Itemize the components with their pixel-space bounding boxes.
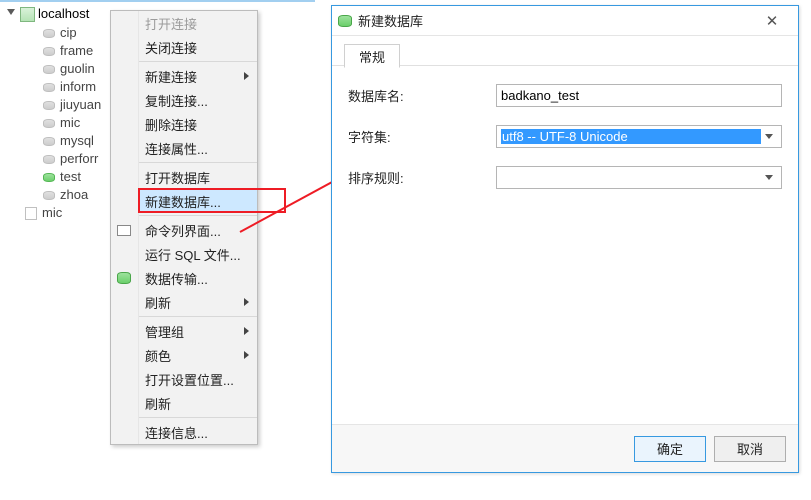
menu-label: 管理组 xyxy=(145,322,184,341)
submenu-arrow-icon xyxy=(244,298,249,306)
tree-db-label: test xyxy=(60,168,81,186)
database-icon xyxy=(42,63,56,75)
cli-icon xyxy=(117,223,131,237)
menu-label: 打开数据库 xyxy=(145,168,210,187)
tree-root-label: localhost xyxy=(38,5,89,23)
menu-separator xyxy=(139,215,257,216)
charset-value: utf8 -- UTF-8 Unicode xyxy=(501,129,761,144)
tree-db-label: zhoa xyxy=(60,186,88,204)
menu-label: 命令列界面... xyxy=(145,221,221,240)
data-transfer-icon xyxy=(117,271,131,285)
button-label: 确定 xyxy=(657,439,683,458)
tree-server-label: mic xyxy=(42,204,62,222)
menu-label: 刷新 xyxy=(145,293,171,312)
dialog-form: 数据库名: 字符集: utf8 -- UTF-8 Unicode 排序规则: xyxy=(332,66,798,225)
menu-separator xyxy=(139,417,257,418)
row-collation: 排序规则: xyxy=(348,166,782,189)
menu-new-connection[interactable]: 新建连接 xyxy=(139,64,257,88)
menu-new-database[interactable]: 新建数据库... xyxy=(139,189,257,213)
menu-command-line[interactable]: 命令列界面... xyxy=(139,218,257,242)
tree-db-label: jiuyuan xyxy=(60,96,101,114)
menu-label: 刷新 xyxy=(145,394,171,413)
menu-label: 连接属性... xyxy=(145,139,208,158)
menu-connection-info[interactable]: 连接信息... xyxy=(139,420,257,444)
database-icon xyxy=(42,189,56,201)
close-icon: ✕ xyxy=(766,12,779,30)
menu-connection-properties[interactable]: 连接属性... xyxy=(139,136,257,160)
menu-label: 颜色 xyxy=(145,346,171,365)
menu-separator xyxy=(139,61,257,62)
menu-label: 打开设置位置... xyxy=(145,370,234,389)
menu-close-connection[interactable]: 关闭连接 xyxy=(139,35,257,59)
label-database-name: 数据库名: xyxy=(348,86,496,105)
menu-label: 新建数据库... xyxy=(145,192,221,211)
server-icon xyxy=(20,7,34,21)
database-open-icon xyxy=(42,171,56,183)
menu-label: 打开连接 xyxy=(145,14,197,33)
menu-label: 删除连接 xyxy=(145,115,197,134)
row-charset: 字符集: utf8 -- UTF-8 Unicode xyxy=(348,125,782,148)
menu-open-connection: 打开连接 xyxy=(139,11,257,35)
menu-label: 连接信息... xyxy=(145,423,208,442)
menu-manage-group[interactable]: 管理组 xyxy=(139,319,257,343)
submenu-arrow-icon xyxy=(244,351,249,359)
menu-separator xyxy=(139,162,257,163)
database-icon xyxy=(42,45,56,57)
dialog-tabstrip: 常规 xyxy=(332,36,798,66)
tree-db-label: guolin xyxy=(60,60,95,78)
database-icon xyxy=(42,81,56,93)
menu-delete-connection[interactable]: 删除连接 xyxy=(139,112,257,136)
database-icon xyxy=(42,99,56,111)
new-database-dialog: 新建数据库 ✕ 常规 数据库名: 字符集: utf8 -- UTF-8 Unic… xyxy=(331,5,799,473)
menu-label: 复制连接... xyxy=(145,91,208,110)
collation-select[interactable] xyxy=(496,166,782,189)
menu-run-sql-file[interactable]: 运行 SQL 文件... xyxy=(139,242,257,266)
button-label: 取消 xyxy=(737,439,763,458)
tree-db-label: inform xyxy=(60,78,96,96)
database-name-input[interactable] xyxy=(496,84,782,107)
collapse-toggle-icon[interactable] xyxy=(6,9,16,19)
row-database-name: 数据库名: xyxy=(348,84,782,107)
menu-refresh-2[interactable]: 刷新 xyxy=(139,391,257,415)
menu-refresh[interactable]: 刷新 xyxy=(139,290,257,314)
tab-general[interactable]: 常规 xyxy=(344,44,400,68)
menu-open-database[interactable]: 打开数据库 xyxy=(139,165,257,189)
label-collation: 排序规则: xyxy=(348,168,496,187)
tree-db-label: perforr xyxy=(60,150,98,168)
ok-button[interactable]: 确定 xyxy=(634,436,706,462)
dropdown-arrow-icon xyxy=(761,167,777,188)
tree-db-label: frame xyxy=(60,42,93,60)
close-button[interactable]: ✕ xyxy=(752,10,792,32)
label-charset: 字符集: xyxy=(348,127,496,146)
database-icon xyxy=(42,153,56,165)
context-menu: 打开连接 关闭连接 新建连接 复制连接... 删除连接 连接属性... 打开数据… xyxy=(110,10,258,445)
menu-duplicate-connection[interactable]: 复制连接... xyxy=(139,88,257,112)
submenu-arrow-icon xyxy=(244,72,249,80)
database-icon xyxy=(42,117,56,129)
server-disconnected-icon xyxy=(24,206,38,220)
tree-db-label: cip xyxy=(60,24,77,42)
database-icon xyxy=(42,27,56,39)
cancel-button[interactable]: 取消 xyxy=(714,436,786,462)
database-icon xyxy=(42,135,56,147)
menu-label: 运行 SQL 文件... xyxy=(145,245,241,264)
menu-label: 数据传输... xyxy=(145,269,208,288)
dialog-footer: 确定 取消 xyxy=(332,424,798,472)
dialog-title: 新建数据库 xyxy=(358,11,752,30)
menu-open-settings-location[interactable]: 打开设置位置... xyxy=(139,367,257,391)
tab-label: 常规 xyxy=(359,47,385,66)
menu-label: 新建连接 xyxy=(145,67,197,86)
dropdown-arrow-icon xyxy=(761,126,777,147)
menu-color[interactable]: 颜色 xyxy=(139,343,257,367)
menu-data-transfer[interactable]: 数据传输... xyxy=(139,266,257,290)
menu-separator xyxy=(139,316,257,317)
database-icon xyxy=(338,14,352,28)
submenu-arrow-icon xyxy=(244,327,249,335)
dialog-titlebar: 新建数据库 ✕ xyxy=(332,6,798,36)
tree-db-label: mysql xyxy=(60,132,94,150)
charset-select[interactable]: utf8 -- UTF-8 Unicode xyxy=(496,125,782,148)
tree-db-label: mic xyxy=(60,114,80,132)
menu-label: 关闭连接 xyxy=(145,38,197,57)
